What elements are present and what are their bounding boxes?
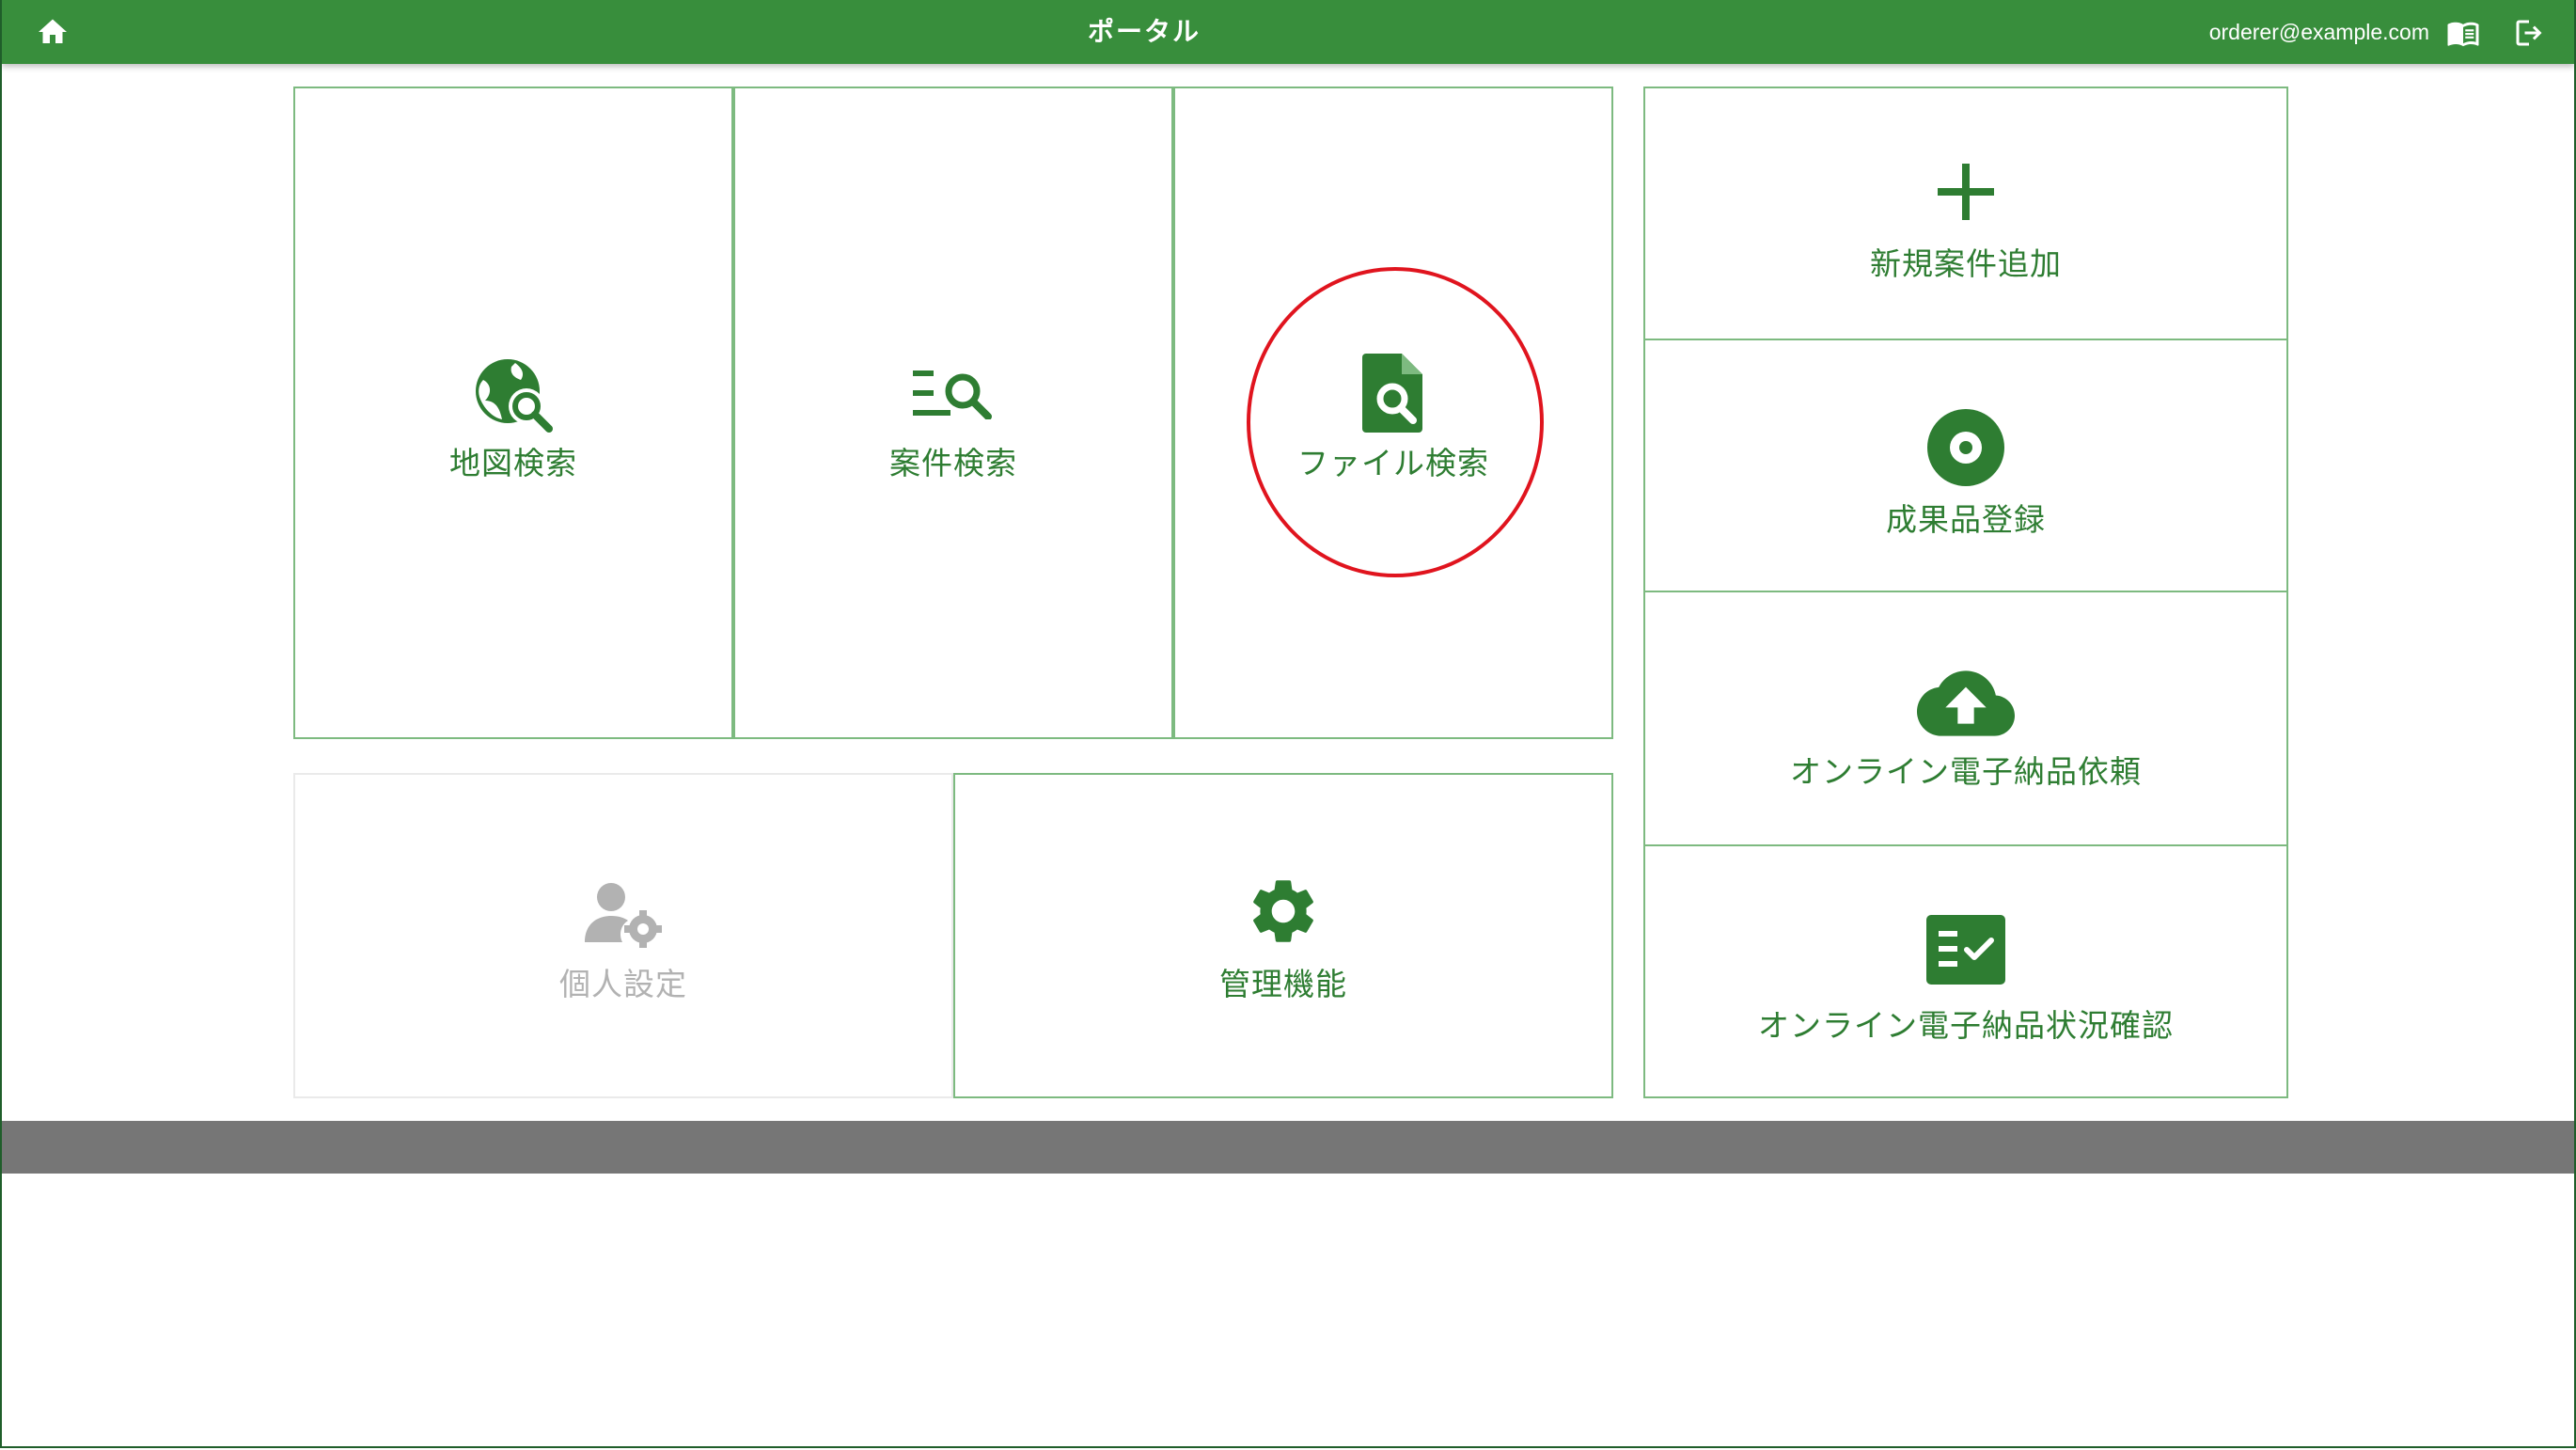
personal-settings-tile: 個人設定	[293, 773, 953, 1098]
page-title: ポータル	[1087, 16, 1201, 47]
admin-functions-label: 管理機能	[1219, 966, 1347, 1002]
map-search-label: 地図検索	[449, 445, 577, 481]
logout-icon[interactable]	[2512, 16, 2546, 50]
deliverable-registration-tile[interactable]: 成果品登録	[1643, 339, 2288, 592]
manual-book-icon[interactable]	[2446, 16, 2480, 50]
app-header: ポータル orderer@example.com	[2, 0, 2574, 64]
map-search-tile[interactable]: 地図検索	[293, 87, 733, 739]
deliverable-registration-label: 成果品登録	[1886, 501, 2046, 538]
file-search-label: ファイル検索	[1297, 445, 1489, 481]
gear-icon	[1253, 880, 1313, 942]
new-case-label: 新規案件追加	[1870, 245, 2062, 282]
case-search-label: 案件検索	[889, 445, 1017, 481]
user-email: orderer@example.com	[2208, 20, 2429, 44]
online-delivery-request-tile[interactable]: オンライン電子納品依頼	[1643, 591, 2288, 846]
plus-icon	[1938, 164, 1994, 220]
user-settings-icon	[585, 883, 662, 948]
online-delivery-status-label: オンライン電子納品状況確認	[1758, 1007, 2174, 1044]
personal-settings-label: 個人設定	[559, 966, 687, 1002]
home-icon[interactable]	[36, 15, 70, 49]
disc-icon	[1927, 409, 2004, 486]
case-search-tile[interactable]: 案件検索	[733, 87, 1173, 739]
checklist-icon	[1926, 915, 2005, 985]
footer-bar	[2, 1121, 2574, 1174]
online-delivery-request-label: オンライン電子納品依頼	[1790, 753, 2142, 790]
file-search-icon	[1362, 354, 1422, 433]
portal-window: ポータル orderer@example.com 地図検索 案件検索 ファイル検…	[0, 0, 2576, 1448]
file-search-tile[interactable]: ファイル検索	[1173, 87, 1613, 739]
new-case-tile[interactable]: 新規案件追加	[1643, 87, 2288, 340]
list-search-icon	[913, 370, 992, 419]
map-search-icon	[476, 359, 553, 433]
online-delivery-status-tile[interactable]: オンライン電子納品状況確認	[1643, 844, 2288, 1098]
admin-functions-tile[interactable]: 管理機能	[953, 773, 1613, 1098]
cloud-upload-icon	[1917, 670, 2015, 736]
